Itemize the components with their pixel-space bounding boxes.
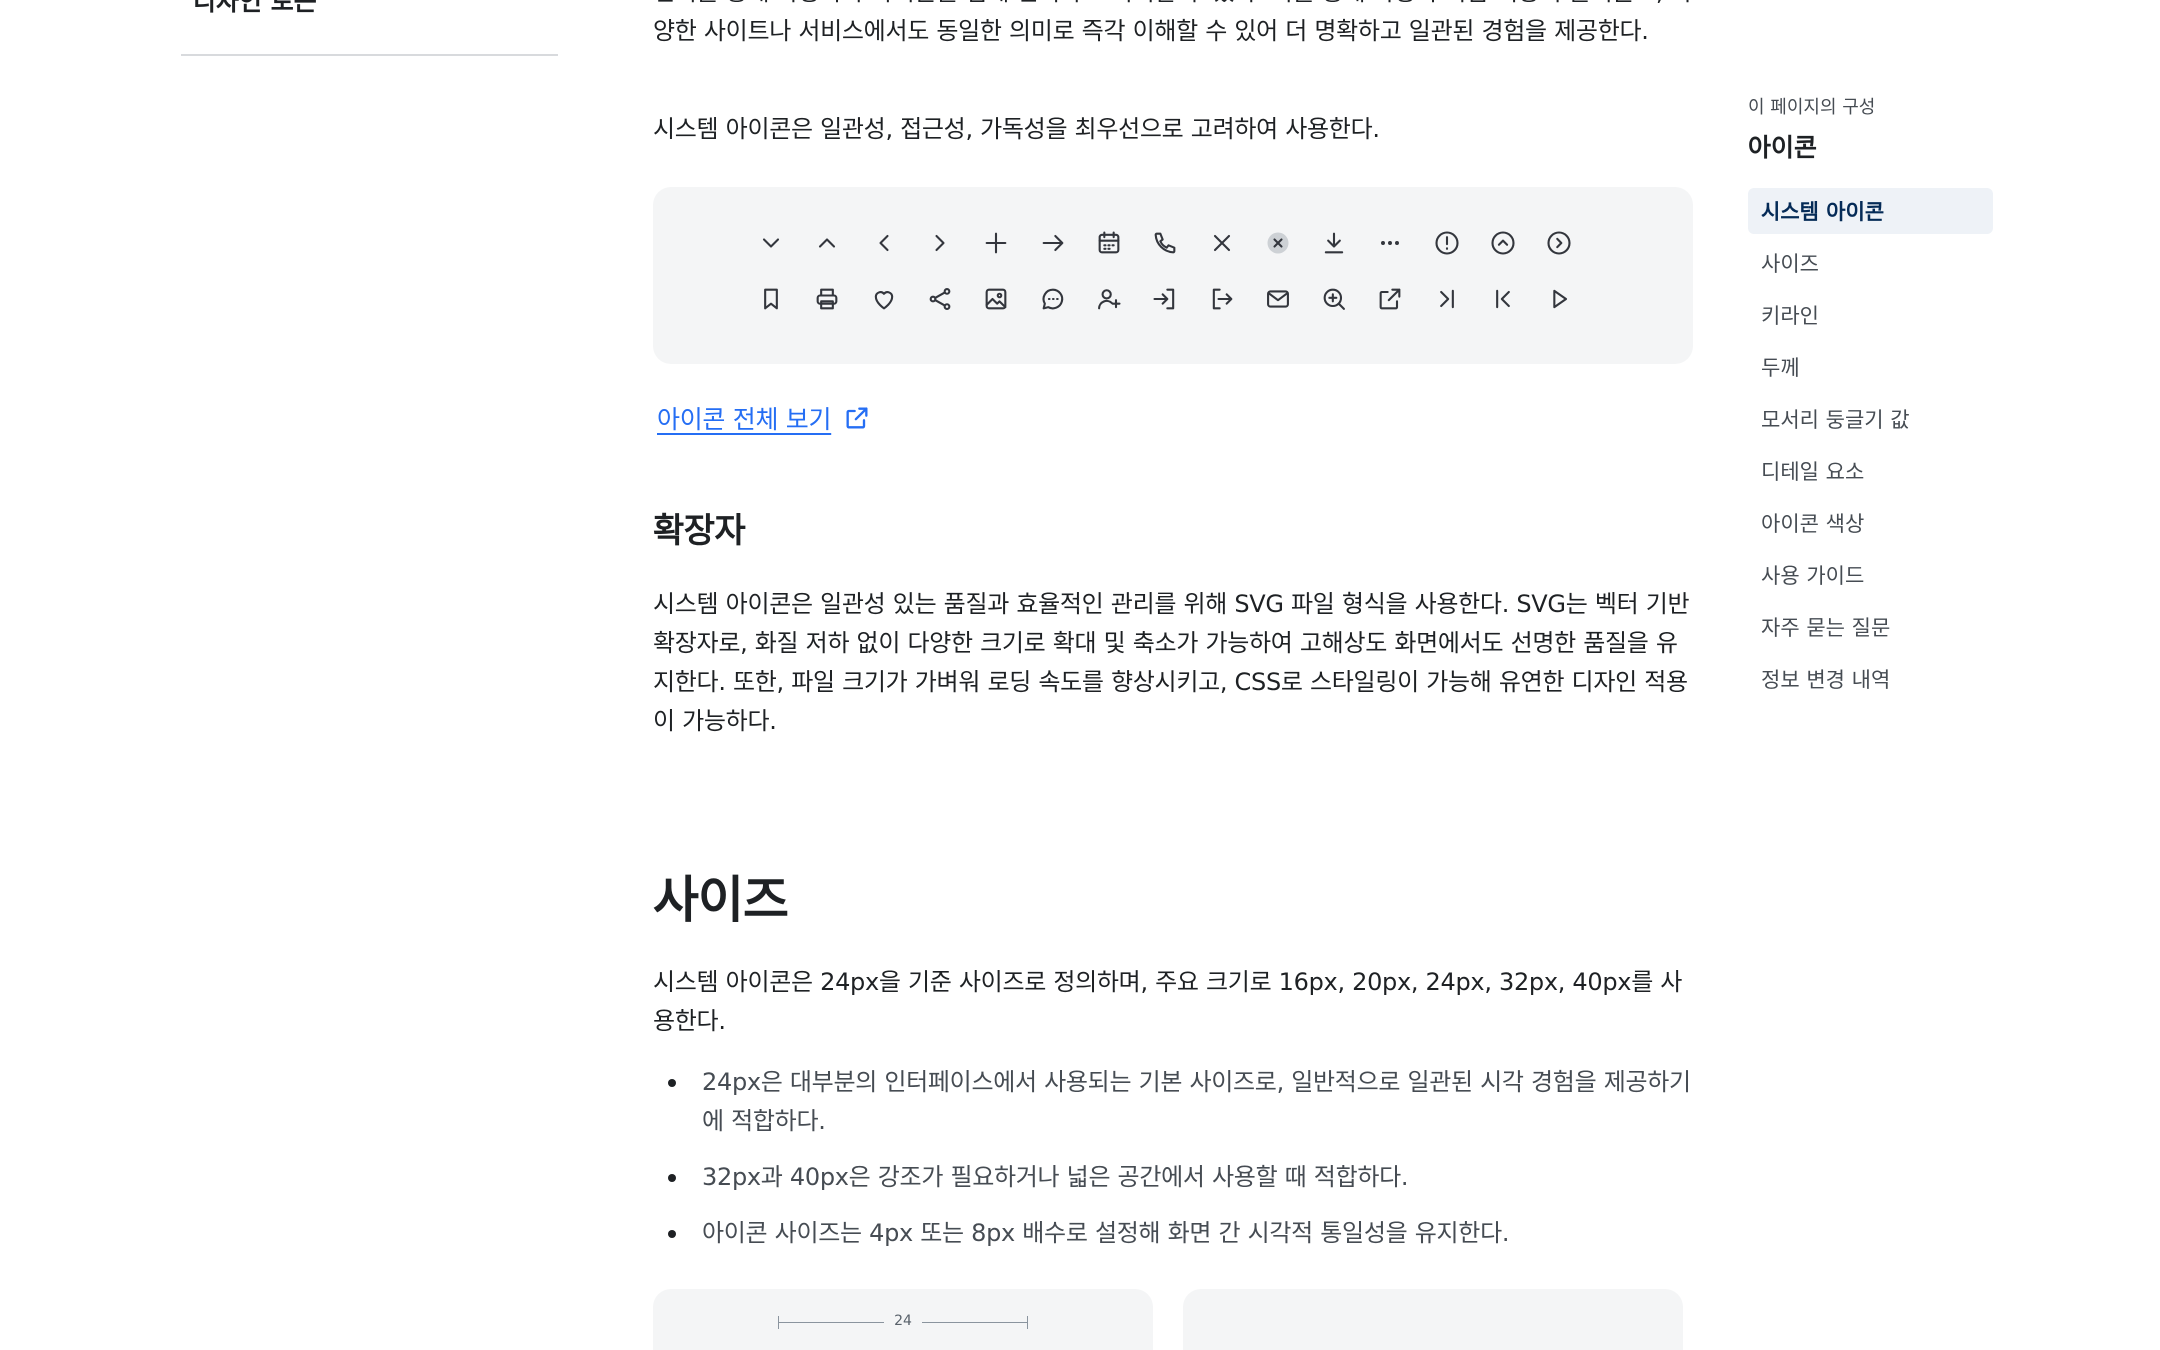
download-icon-glyph: [1324, 232, 1344, 254]
size-heading: 사이즈: [653, 871, 789, 929]
chevron-right-circle-icon: [1531, 227, 1587, 259]
share-icon-glyph: [929, 288, 951, 310]
more-horizontal-icon: [1362, 227, 1418, 259]
chat-icon-glyph: [1042, 288, 1063, 310]
toc-title: 아이콘: [1748, 133, 1818, 162]
dimension-label: 24: [894, 1313, 912, 1329]
priority-paragraph: 시스템 아이콘은 일관성, 접근성, 가독성을 최우선으로 고려하여 사용한다.: [653, 115, 1380, 143]
chevron-right-icon: [912, 227, 968, 259]
mail-icon-glyph: [1266, 290, 1289, 308]
chevron-right-circle-icon-glyph: [1547, 231, 1571, 255]
size-example-card-2: [1183, 1289, 1683, 1350]
bookmark-icon: [743, 283, 799, 315]
list-item: 32px과 40px은 강조가 필요하거나 넓은 공간에서 사용할 때 적합하다…: [653, 1158, 1693, 1197]
size-example-card: 24: [653, 1289, 1153, 1350]
phone-icon-glyph: [1154, 232, 1176, 254]
sidebar-group-design-tokens[interactable]: 디자인 토큰: [193, 0, 317, 18]
logout-icon-glyph: [1212, 288, 1232, 310]
share-icon: [912, 283, 968, 315]
close-circle-filled-icon: [1250, 227, 1306, 259]
print-icon: [799, 283, 855, 315]
view-all-icons-label: 아이콘 전체 보기: [657, 405, 832, 434]
external-link-icon: [1362, 283, 1418, 315]
toc-item-detail[interactable]: 디테일 요소: [1748, 448, 1993, 494]
toc-item-changelog[interactable]: 정보 변경 내역: [1748, 656, 1993, 702]
calendar-icon-glyph: [1098, 231, 1120, 254]
arrow-right-icon: [1024, 227, 1080, 259]
skip-back-icon-glyph: [1496, 289, 1510, 309]
close-icon-glyph: [1213, 234, 1230, 252]
play-icon: [1531, 283, 1587, 315]
toc-item-size[interactable]: 사이즈: [1748, 240, 1993, 286]
alert-circle-icon: [1419, 227, 1475, 259]
toc-item-corner-radius[interactable]: 모서리 둥글기 값: [1748, 396, 1993, 442]
external-link-icon: [846, 407, 868, 429]
close-icon: [1193, 227, 1249, 259]
alert-circle-icon-glyph: [1435, 231, 1459, 255]
more-horizontal-icon-glyph: [1381, 241, 1400, 245]
view-all-icons-link[interactable]: 아이콘 전체 보기: [657, 400, 871, 436]
external-link-icon-glyph: [1380, 288, 1401, 310]
dimension-line-right: [922, 1322, 1028, 1323]
login-icon: [1137, 283, 1193, 315]
print-icon-glyph: [817, 288, 838, 310]
sidebar-divider: [181, 54, 558, 56]
play-icon-glyph: [1553, 289, 1568, 309]
arrow-right-icon-glyph: [1042, 234, 1064, 252]
user-add-icon: [1081, 283, 1137, 315]
toc-label: 이 페이지의 구성: [1748, 97, 1876, 118]
chevron-up-circle-icon: [1475, 227, 1531, 259]
icon-showcase: [653, 187, 1693, 364]
phone-icon: [1137, 227, 1193, 259]
extension-heading: 확장자: [653, 511, 746, 551]
download-icon: [1306, 227, 1362, 259]
dimension-indicator: 24: [778, 1313, 1028, 1333]
toc-item-faq[interactable]: 자주 묻는 질문: [1748, 604, 1993, 650]
image-icon: [968, 283, 1024, 315]
login-icon-glyph: [1153, 288, 1175, 310]
chevron-up-icon: [799, 227, 855, 259]
skip-forward-icon-glyph: [1439, 289, 1454, 309]
mail-icon: [1250, 283, 1306, 315]
toc-list: 시스템 아이콘 사이즈 키라인 두께 모서리 둥글기 값 디테일 요소 아이콘 …: [1748, 188, 1993, 708]
chevron-down-icon-glyph: [763, 238, 780, 248]
plus-icon-glyph: [985, 232, 1007, 254]
extension-paragraph: 시스템 아이콘은 일관성 있는 품질과 효율적인 관리를 위해 SVG 파일 형…: [653, 590, 1690, 735]
calendar-icon: [1081, 227, 1137, 259]
size-paragraph: 시스템 아이콘은 24px을 기준 사이즈로 정의하며, 주요 크기로 16px…: [653, 968, 1683, 1035]
heart-icon: [856, 283, 912, 315]
image-icon-glyph: [985, 288, 1007, 310]
size-bullet-list: 24px은 대부분의 인터페이스에서 사용되는 기본 사이즈로, 일반적으로 일…: [653, 1063, 1693, 1270]
toc-item-keyline[interactable]: 키라인: [1748, 292, 1993, 338]
close-circle-filled-icon-glyph: [1267, 232, 1289, 254]
heart-icon-glyph: [874, 291, 893, 310]
toc-item-usage-guide[interactable]: 사용 가이드: [1748, 552, 1993, 598]
zoom-in-icon: [1306, 283, 1362, 315]
icon-row-1: [743, 227, 1587, 259]
chat-icon: [1024, 283, 1080, 315]
skip-forward-icon: [1419, 283, 1475, 315]
logout-icon: [1193, 283, 1249, 315]
chevron-down-icon: [743, 227, 799, 259]
intro-paragraph: 언어를 통해 사용자가 아이콘을 쉽게 인식하고 기억할 수 있다. 이를 통해…: [653, 0, 1693, 45]
icon-row-2: [743, 283, 1587, 315]
toc-item-system-icon[interactable]: 시스템 아이콘: [1748, 188, 1993, 234]
list-item: 아이콘 사이즈는 4px 또는 8px 배수로 설정해 화면 간 시각적 통일성…: [653, 1214, 1693, 1253]
chevron-left-icon-glyph: [879, 234, 889, 252]
chevron-right-icon-glyph: [935, 234, 945, 252]
zoom-in-icon-glyph: [1323, 288, 1346, 310]
plus-icon: [968, 227, 1024, 259]
toc-item-icon-color[interactable]: 아이콘 색상: [1748, 500, 1993, 546]
chevron-up-circle-icon-glyph: [1491, 231, 1515, 255]
chevron-left-icon: [856, 227, 912, 259]
chevron-up-icon-glyph: [819, 238, 836, 248]
user-add-icon-glyph: [1097, 289, 1121, 310]
skip-back-icon: [1475, 283, 1531, 315]
dimension-tick-right: [1027, 1316, 1028, 1329]
bookmark-icon-glyph: [764, 288, 779, 310]
list-item: 24px은 대부분의 인터페이스에서 사용되는 기본 사이즈로, 일반적으로 일…: [653, 1063, 1693, 1141]
toc-item-thickness[interactable]: 두께: [1748, 344, 1993, 390]
